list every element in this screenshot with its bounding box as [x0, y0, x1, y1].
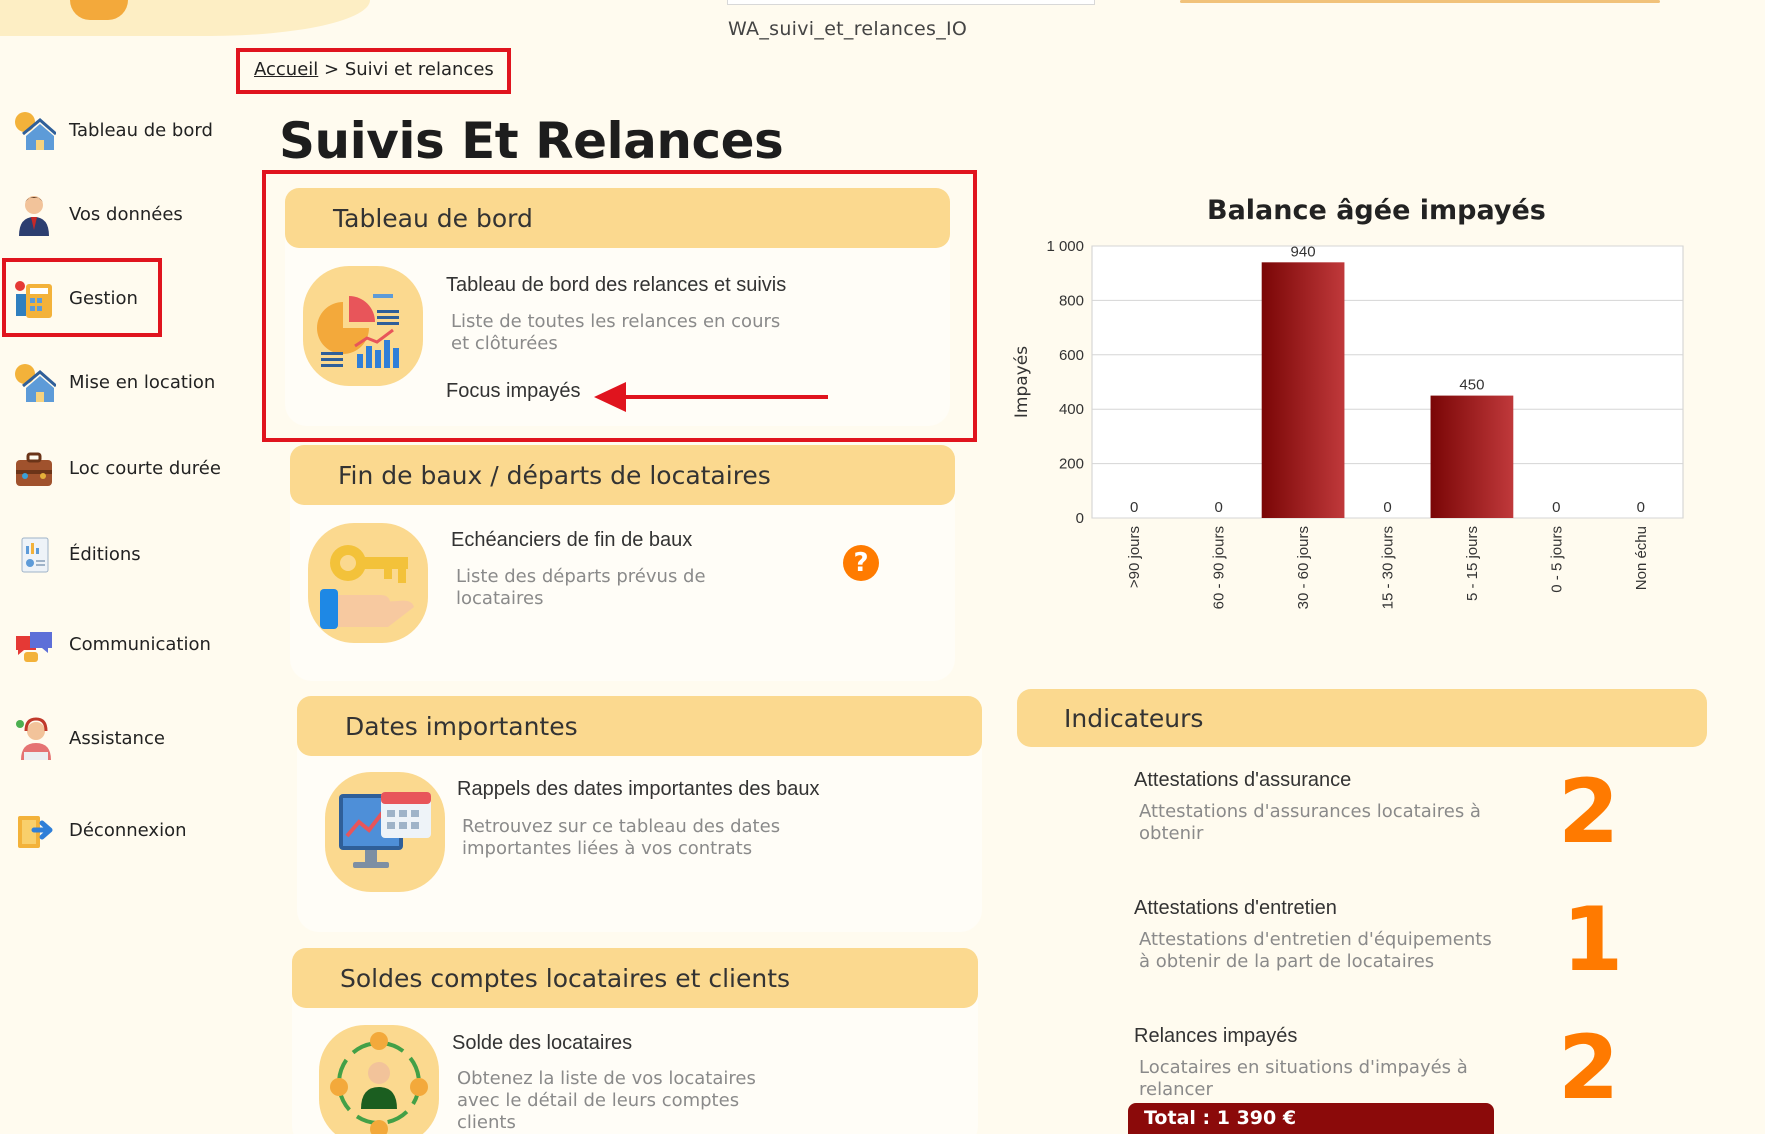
- indicator-desc: obtenir: [1139, 823, 1204, 844]
- chat-bubbles-icon: [16, 632, 52, 662]
- aged-balance-chart: 0 200 400 600 800 1 000 Impayés 0 >90 jours 0 60 -…: [1012, 238, 1684, 609]
- sidebar-item-dashboard[interactable]: Tableau de bord: [12, 108, 213, 152]
- sidebar-item-logout[interactable]: Déconnexion: [12, 808, 187, 852]
- y-tick-label: 0: [1076, 510, 1084, 527]
- sidebar-item-your-data[interactable]: Vos données: [12, 192, 183, 236]
- data-label: 0: [1637, 499, 1645, 516]
- card-header: Soldes comptes locataires et clients: [292, 948, 978, 1008]
- x-tick-label: 60 - 90 jours: [1211, 526, 1228, 609]
- x-tick-label: 15 - 30 jours: [1380, 526, 1397, 609]
- sidebar-item-label: Mise en location: [69, 371, 216, 393]
- indicator-title[interactable]: Attestations d'assurance: [1134, 769, 1351, 792]
- sidebar-item-label: Assistance: [69, 727, 165, 749]
- highlight-gestion: [2, 258, 162, 337]
- rental-house-icon: [15, 364, 56, 402]
- breadcrumb-current: Suivi et relances: [344, 59, 494, 80]
- logout-door-icon: [18, 816, 53, 848]
- indicators-header: Indicateurs: [1017, 689, 1707, 747]
- key-hand-icon: [308, 523, 428, 643]
- y-tick-label: 400: [1059, 401, 1084, 418]
- breadcrumb: Accueil > Suivi et relances: [254, 59, 494, 80]
- help-icon[interactable]: ?: [843, 545, 879, 581]
- indicator-title[interactable]: Relances impayés: [1134, 1025, 1297, 1048]
- x-tick-label: >90 jours: [1126, 526, 1143, 588]
- x-tick-label: 30 - 60 jours: [1295, 526, 1312, 609]
- sidebar-item-label: Tableau de bord: [69, 119, 213, 141]
- x-tick-label: 5 - 15 jours: [1464, 526, 1481, 601]
- support-agent-icon: [16, 717, 51, 760]
- indicator-value: 2: [1558, 760, 1620, 863]
- sidebar-item-label: Communication: [69, 633, 211, 655]
- document-chart-icon: [21, 537, 49, 573]
- sidebar-item-assistance[interactable]: Assistance: [12, 716, 165, 760]
- indicator-title[interactable]: Attestations d'entretien: [1134, 897, 1337, 920]
- data-label: 0: [1383, 499, 1391, 516]
- card-balances: Soldes comptes locataires et clients Sol…: [292, 948, 978, 1134]
- indicator-value: 1: [1562, 888, 1624, 991]
- sidebar-item-short-rental[interactable]: Loc courte durée: [12, 446, 221, 490]
- arrow-pointer-icon: [594, 382, 828, 412]
- leases-item-desc-1: Liste des départs prévus de: [456, 566, 706, 587]
- sidebar-item-rental[interactable]: Mise en location: [12, 360, 215, 404]
- total-badge: Total : 1 390 €: [1128, 1103, 1494, 1134]
- indicator-desc: à obtenir de la part de locataires: [1139, 951, 1435, 972]
- data-label: 450: [1459, 377, 1484, 394]
- chart-title: Balance âgée impayés: [1207, 195, 1546, 226]
- x-tick-label: Non échu: [1633, 526, 1650, 590]
- indicator-desc: Attestations d'assurances locataires à: [1139, 801, 1481, 822]
- data-label: 940: [1291, 243, 1316, 260]
- data-label: 0: [1552, 499, 1560, 516]
- money-cycle-icon: [319, 1025, 439, 1134]
- balances-item-desc-3: clients: [457, 1112, 516, 1133]
- user-profile-icon: [19, 196, 49, 236]
- dates-item-desc-2: importantes liées à vos contrats: [462, 838, 753, 859]
- card-header: Fin de baux / départs de locataires: [290, 445, 955, 505]
- window-code: WA_suivi_et_relances_IO: [728, 18, 968, 40]
- dashboard-house-icon: [15, 112, 56, 150]
- leases-item-desc-2: locataires: [456, 588, 544, 609]
- leases-item-title[interactable]: Echéanciers de fin de baux: [451, 529, 692, 552]
- y-tick-label: 200: [1059, 456, 1084, 473]
- top-decoration: [1180, 0, 1660, 3]
- calendar-monitor-icon: [325, 772, 445, 892]
- dates-item-desc-1: Retrouvez sur ce tableau des dates: [462, 816, 781, 837]
- indicator-desc: Locataires en situations d'impayés à: [1139, 1057, 1468, 1078]
- balances-item-desc-2: avec le détail de leurs comptes: [457, 1090, 740, 1111]
- sidebar-item-editions[interactable]: Éditions: [12, 532, 141, 576]
- y-tick-label: 600: [1059, 347, 1084, 364]
- balances-item-title[interactable]: Solde des locataires: [452, 1032, 632, 1055]
- plot-area: [1091, 245, 1684, 519]
- card-leases: Fin de baux / départs de locataires Eché…: [290, 445, 955, 681]
- dates-item-title[interactable]: Rappels des dates importantes des baux: [457, 778, 819, 801]
- top-input-edge: [727, 0, 1095, 5]
- header-banner: [0, 0, 370, 36]
- breadcrumb-home-link[interactable]: Accueil: [254, 59, 318, 80]
- balances-item-desc-1: Obtenez la liste de vos locataires: [457, 1068, 756, 1089]
- sidebar-item-label: Loc courte durée: [69, 457, 221, 479]
- y-tick-label: 800: [1059, 292, 1084, 309]
- indicator-value: 2: [1558, 1016, 1620, 1119]
- card-dates: Dates importantes Rappels des dates impo…: [297, 696, 982, 932]
- y-axis-label: Impayés: [1012, 346, 1032, 418]
- indicator-desc: Attestations d'entretien d'équipements: [1139, 929, 1492, 950]
- indicator-desc: relancer: [1139, 1079, 1213, 1100]
- y-tick-label: 1 000: [1046, 238, 1084, 255]
- sidebar-item-label: Éditions: [69, 543, 141, 565]
- data-label: 0: [1214, 499, 1222, 516]
- sidebar-item-label: Vos données: [69, 203, 183, 225]
- data-label: 0: [1130, 499, 1138, 516]
- sidebar-item-label: Déconnexion: [69, 819, 187, 841]
- page-title: Suivis Et Relances: [279, 112, 784, 170]
- x-tick-label: 0 - 5 jours: [1548, 526, 1565, 593]
- card-header: Dates importantes: [297, 696, 982, 756]
- sidebar-item-communication[interactable]: Communication: [12, 622, 211, 666]
- bar: [1261, 262, 1345, 518]
- breadcrumb-separator: >: [324, 59, 340, 80]
- bar: [1430, 395, 1514, 518]
- suitcase-icon: [16, 452, 52, 486]
